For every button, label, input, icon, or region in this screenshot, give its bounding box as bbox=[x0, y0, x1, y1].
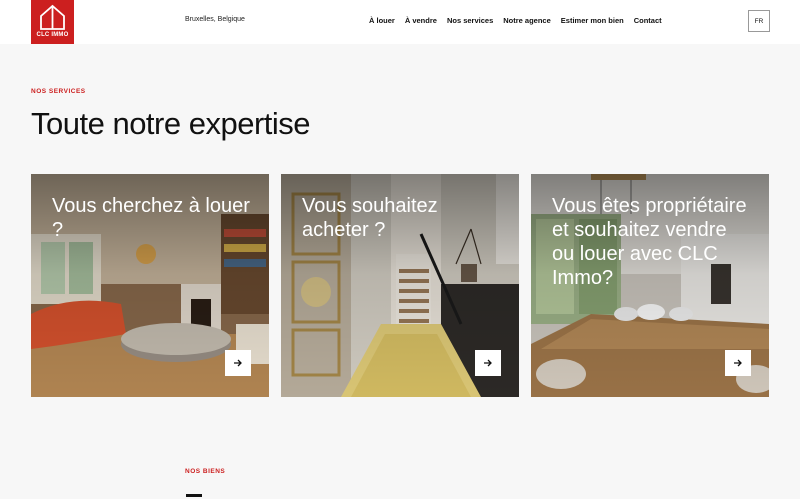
nav-item-estimer-mon-bien[interactable]: Estimer mon bien bbox=[561, 16, 624, 25]
language-switcher[interactable]: FR bbox=[748, 10, 770, 32]
arrow-right-button[interactable] bbox=[725, 350, 751, 376]
service-card-owner[interactable]: Vous êtes propriétaire et souhaitez vend… bbox=[531, 174, 769, 397]
site-header: CLC IMMO Bruxelles, Belgique À louer À v… bbox=[0, 0, 800, 44]
arrow-right-button[interactable] bbox=[475, 350, 501, 376]
service-card-buy[interactable]: Vous souhaitez acheter ? bbox=[281, 174, 519, 397]
services-title: Toute notre expertise bbox=[31, 106, 311, 141]
properties-title-fragment bbox=[186, 494, 202, 497]
service-card-title: Vous êtes propriétaire et souhaitez vend… bbox=[552, 195, 747, 289]
service-card-title: Vous cherchez à louer ? bbox=[52, 195, 250, 241]
house-logo-icon bbox=[40, 4, 65, 30]
arrow-right-icon bbox=[734, 359, 742, 367]
arrow-right-button[interactable] bbox=[225, 350, 251, 376]
services-eyebrow: NOS SERVICES bbox=[31, 88, 86, 95]
nav-item-nos-services[interactable]: Nos services bbox=[447, 16, 493, 25]
service-card-rent[interactable]: Vous cherchez à louer ? bbox=[31, 174, 269, 397]
logo-text: CLC IMMO bbox=[36, 32, 69, 38]
arrow-right-icon bbox=[234, 359, 242, 367]
nav-item-a-vendre[interactable]: À vendre bbox=[405, 16, 437, 25]
location-label: Bruxelles, Belgique bbox=[185, 16, 245, 23]
nav-item-contact[interactable]: Contact bbox=[634, 16, 662, 25]
clc-immo-logo[interactable]: CLC IMMO bbox=[31, 0, 74, 44]
arrow-right-icon bbox=[484, 359, 492, 367]
main-nav: À louer À vendre Nos services Notre agen… bbox=[369, 16, 662, 25]
service-card-title: Vous souhaitez acheter ? bbox=[302, 195, 438, 241]
nav-item-notre-agence[interactable]: Notre agence bbox=[503, 16, 551, 25]
properties-eyebrow: NOS BIENS bbox=[185, 468, 226, 475]
nav-item-a-louer[interactable]: À louer bbox=[369, 16, 395, 25]
